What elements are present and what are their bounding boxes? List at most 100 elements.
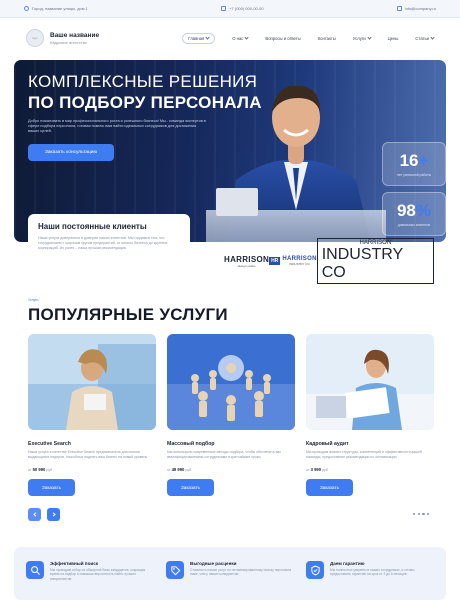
nav-label: Главная — [188, 35, 205, 41]
hero-title-line2: ПО ПОДБОРУ ПЕРСОНАЛА — [28, 93, 262, 112]
stat-label: лет успешной работы — [396, 173, 432, 177]
main-nav: Главная О нас Вопросы и ответы Контакты … — [182, 32, 435, 44]
prev-button[interactable] — [28, 508, 41, 521]
phone-icon — [221, 6, 227, 11]
nav-item-about[interactable]: О нас — [232, 35, 250, 41]
nav-item-prices[interactable]: Цены — [388, 36, 399, 41]
hero-description: Добро пожаловать в мир профессионального… — [28, 119, 206, 133]
email-block[interactable]: info@company.ru — [396, 6, 436, 11]
benefit-description: Стоимость наших услуг по оптимизированно… — [190, 568, 292, 577]
service-card: Массовый подбор Мы используем современны… — [167, 334, 295, 504]
service-image-audit — [306, 334, 434, 430]
client-logo-text: HARRISON INDUSTRY CO — [282, 256, 316, 266]
service-price: от 49 990 руб — [167, 467, 295, 472]
address-block: Город, название улицы, дом 1 — [24, 6, 88, 11]
logo[interactable]: logo — [26, 29, 44, 47]
hero-title-line1: КОМПЛЕКСНЫЕ РЕШЕНИЯ — [28, 72, 258, 91]
service-name: Кадровый аудит — [306, 441, 349, 447]
client-logo-2: HR HARRISON INDUSTRY CO — [269, 256, 317, 266]
service-name: Массовый подбор — [167, 441, 215, 447]
chevron-right-icon — [50, 512, 56, 517]
price-prefix: от — [167, 468, 171, 472]
order-button[interactable]: Заказать — [167, 479, 214, 496]
service-name: Executive Search — [28, 441, 71, 447]
carousel-dot[interactable] — [417, 513, 420, 516]
client-logo-1: HARRISON design studio — [224, 255, 269, 268]
nav-item-articles[interactable]: Статьи — [415, 35, 435, 41]
carousel-dot[interactable] — [413, 513, 416, 516]
stat-suffix: + — [418, 151, 429, 170]
benefit-title: Даем гарантию — [330, 561, 365, 566]
price-currency: руб — [46, 468, 53, 472]
client-logo-title: HARRISON — [224, 254, 270, 264]
service-image-mass — [167, 334, 295, 430]
client-logo-subtitle: INDUSTRY CO — [321, 246, 403, 281]
benefit-description: Мы проводим отбор из обширной базы канди… — [50, 568, 146, 581]
service-price: от 3 990 руб — [306, 467, 434, 472]
stat-clients: 98% довольных клиентов — [382, 192, 446, 236]
benefit-title: Выгодные расценки — [190, 561, 237, 566]
service-description: Мы проводим анализ структуры, компетенци… — [306, 450, 423, 459]
logo-text: logo — [32, 36, 38, 40]
price-prefix: от — [306, 468, 310, 472]
stat-number: 16 — [399, 151, 419, 170]
clients-description: Наши услуги доверяются в доверии наших к… — [38, 236, 168, 250]
nav-item-faq[interactable]: Вопросы и ответы — [265, 36, 300, 41]
service-card: Executive Search Наша услуга в качестве … — [28, 334, 158, 504]
price-value: 3 990 — [310, 467, 322, 472]
site-header: logo Ваше название Кадровое агентство Гл… — [0, 18, 460, 58]
client-logo-3: HARRISON INDUSTRY CO — [316, 238, 434, 284]
chevron-down-icon — [367, 35, 372, 40]
nav-label: О нас — [232, 35, 244, 41]
nav-label: Цены — [387, 35, 399, 41]
carousel-dot[interactable] — [422, 513, 425, 516]
nav-item-home[interactable]: Главная — [182, 32, 216, 44]
section-tag: Услуги — [28, 298, 39, 302]
services-list: Executive Search Наша услуга в качестве … — [28, 334, 434, 504]
benefit-item: Выгодные расценки Стоимость наших услуг п… — [166, 561, 294, 600]
nav-item-services[interactable]: Услуги — [353, 35, 372, 41]
phone-link[interactable]: +7 (000) 000-00-00 — [229, 6, 263, 11]
stat-label: довольных клиентов — [397, 223, 431, 227]
carousel-dot[interactable] — [427, 513, 430, 516]
benefit-item: Даем гарантию Мы полностью уверены в наши… — [306, 561, 434, 600]
price-currency: руб — [185, 468, 192, 472]
chevron-left-icon — [32, 512, 38, 517]
stat-value: 16+ — [400, 151, 429, 171]
price-prefix: от — [28, 468, 32, 472]
shield-icon — [306, 561, 324, 579]
nav-item-contacts[interactable]: Контакты — [318, 36, 336, 41]
client-logo-mark: HR — [269, 257, 281, 265]
stat-value: 98% — [397, 201, 431, 221]
price-value: 49 990 — [171, 467, 185, 472]
stat-suffix: % — [415, 201, 432, 220]
brand-subtitle: Кадровое агентство — [50, 39, 87, 45]
next-button[interactable] — [47, 508, 60, 521]
carousel-dots — [413, 513, 430, 516]
search-icon — [26, 561, 44, 579]
carousel-arrows — [28, 508, 60, 521]
benefit-description: Мы полностью уверены в наших сотрудниках… — [330, 568, 415, 577]
client-logos: HARRISON design studio HR HARRISON INDUS… — [218, 238, 440, 284]
stat-years: 16+ лет успешной работы — [382, 142, 446, 186]
clients-title: Наши постоянные клиенты — [38, 222, 147, 231]
chevron-down-icon — [430, 35, 435, 40]
section-title: ПОПУЛЯРНЫЕ УСЛУГИ — [28, 305, 228, 324]
service-card: Кадровый аудит Мы проводим анализ структ… — [306, 334, 434, 504]
order-button[interactable]: Заказать — [28, 479, 75, 496]
service-price: от 50 990 руб — [28, 467, 156, 472]
order-button[interactable]: Заказать — [306, 479, 353, 496]
email-link[interactable]: info@company.ru — [405, 6, 436, 11]
brand-name: Ваше название — [50, 31, 100, 39]
clients-card: Наши постоянные клиенты Наши услуги дове… — [28, 214, 190, 274]
brand: Ваше название Кадровое агентство — [50, 32, 99, 45]
service-image-executive — [28, 334, 158, 430]
topbar: Город, название улицы, дом 1 +7 (000) 00… — [0, 0, 460, 18]
consultation-button[interactable]: Заказать консультацию — [28, 144, 114, 161]
price-tag-icon — [166, 561, 184, 579]
stat-number: 98 — [396, 201, 416, 220]
chevron-down-icon — [205, 35, 210, 40]
nav-label: Контакты — [317, 35, 336, 41]
address-text: Город, название улицы, дом 1 — [32, 6, 88, 11]
phone-block[interactable]: +7 (000) 000-00-00 — [221, 6, 264, 11]
